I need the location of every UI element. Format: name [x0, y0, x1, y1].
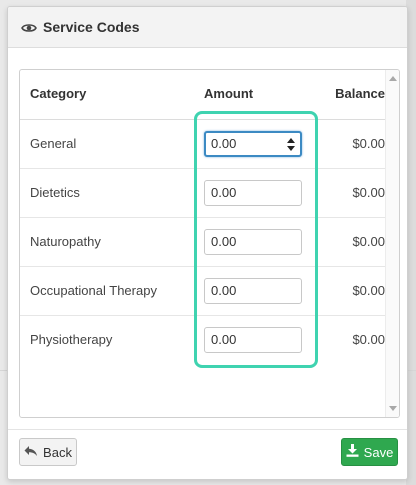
category-label: Physiotherapy	[30, 332, 113, 347]
save-button[interactable]: Save	[341, 438, 398, 466]
amount-input-dietetics[interactable]: 0.00	[204, 180, 302, 206]
service-codes-panel: Category Amount Balance General 0.00 $0.…	[19, 69, 400, 418]
amount-value: 0.00	[211, 234, 237, 249]
balance-value: $0.00	[352, 332, 385, 347]
table-row: Physiotherapy 0.00 $0.00	[20, 316, 385, 364]
download-icon	[346, 444, 359, 460]
table-row: General 0.00 $0.00	[20, 120, 385, 169]
spinner-down-icon[interactable]	[287, 146, 295, 151]
amount-input-occupational-therapy[interactable]: 0.00	[204, 278, 302, 304]
amount-value: 0.00	[211, 332, 237, 347]
amount-value: 0.00	[211, 136, 237, 151]
dialog-title: Service Codes	[43, 19, 140, 35]
column-header-balance: Balance	[335, 86, 385, 101]
service-codes-table: Category Amount Balance General 0.00 $0.…	[20, 70, 385, 364]
table-row: Dietetics 0.00 $0.00	[20, 169, 385, 218]
amount-input-naturopathy[interactable]: 0.00	[204, 229, 302, 255]
back-label: Back	[43, 444, 72, 460]
back-button[interactable]: Back	[19, 438, 77, 466]
balance-value: $0.00	[352, 136, 385, 151]
table-row: Occupational Therapy 0.00 $0.00	[20, 267, 385, 316]
balance-value: $0.00	[352, 234, 385, 249]
amount-value: 0.00	[211, 283, 237, 298]
category-label: Dietetics	[30, 185, 80, 200]
column-header-amount: Amount	[204, 86, 254, 101]
amount-value: 0.00	[211, 185, 237, 200]
spinner-up-icon[interactable]	[287, 138, 295, 143]
column-header-category: Category	[30, 86, 87, 101]
scroll-down-icon[interactable]	[389, 406, 397, 411]
reply-arrow-icon	[24, 445, 38, 460]
vertical-scrollbar[interactable]	[385, 70, 399, 417]
category-label: General	[30, 136, 77, 151]
table-row: Naturopathy 0.00 $0.00	[20, 218, 385, 267]
balance-value: $0.00	[352, 185, 385, 200]
table-header: Category Amount Balance	[20, 70, 385, 120]
dialog-header: Service Codes	[8, 7, 407, 48]
save-label: Save	[363, 444, 394, 460]
scroll-up-icon[interactable]	[389, 76, 397, 81]
eye-icon	[21, 21, 37, 33]
number-spinner[interactable]	[287, 136, 295, 154]
service-codes-dialog: Service Codes Category Amount Balance Ge…	[7, 6, 408, 480]
footer-divider	[8, 429, 407, 430]
balance-value: $0.00	[352, 283, 385, 298]
amount-input-general[interactable]: 0.00	[204, 131, 302, 157]
category-label: Naturopathy	[30, 234, 101, 249]
category-label: Occupational Therapy	[30, 283, 157, 298]
amount-input-physiotherapy[interactable]: 0.00	[204, 327, 302, 353]
